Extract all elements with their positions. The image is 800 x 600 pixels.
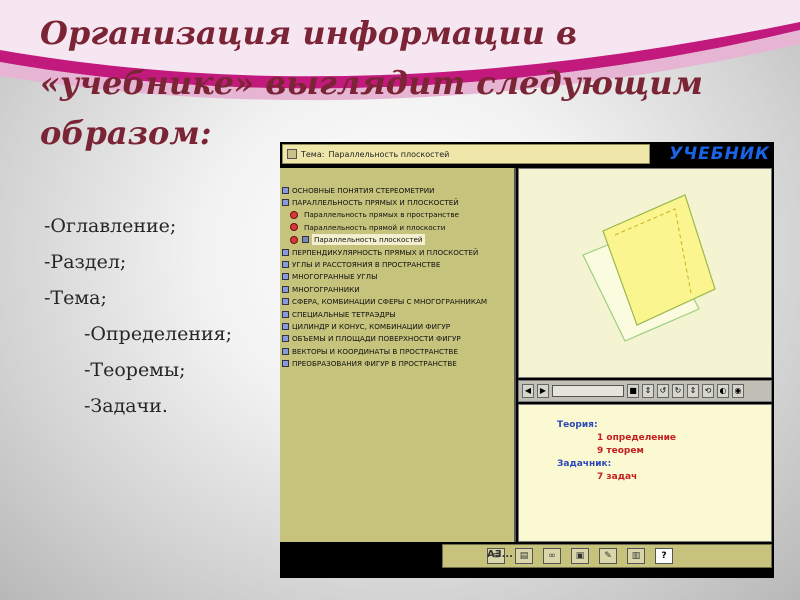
topic-label: Тема:	[301, 149, 325, 159]
slide-title: Организация информации в «учебнике» выгл…	[40, 14, 703, 152]
toc-subitem-selected[interactable]: Параллельность плоскостей	[280, 234, 514, 246]
expand-icon[interactable]	[282, 322, 289, 330]
edit-icon[interactable]: ✎	[599, 548, 617, 564]
collapse-icon[interactable]	[282, 199, 289, 207]
list-item: -Раздел;	[44, 251, 127, 273]
playback-controls: ◀ ▶ ■ ⇕ ↺ ↻ ⇕ ⟲ ◐ ◉	[518, 380, 772, 402]
list-item: -Теоремы;	[84, 359, 186, 381]
zoom-icon[interactable]: ⇕	[687, 384, 699, 398]
view-eye-icon[interactable]: ◉	[732, 384, 744, 398]
toc-subitem[interactable]: Параллельность прямой и плоскости	[280, 221, 514, 233]
tasks-link[interactable]: 7 задач	[557, 471, 771, 484]
print-icon[interactable]: ▣	[571, 548, 589, 564]
toc-item[interactable]: ЦИЛИНДР И КОНУС, КОМБИНАЦИИ ФИГУР	[280, 320, 514, 332]
topic-bar: Тема: Параллельность плоскостей	[282, 144, 650, 164]
expand-icon[interactable]	[282, 360, 289, 368]
expand-icon[interactable]	[282, 310, 289, 318]
textbook-app-window: Тема: Параллельность плоскостей УЧЕБНИК …	[280, 142, 774, 578]
reset-icon[interactable]: ⟲	[702, 384, 714, 398]
help-icon[interactable]: ?	[655, 548, 673, 564]
notes-icon[interactable]: ▤	[515, 548, 533, 564]
play-icon[interactable]: ▶	[537, 384, 549, 398]
toolbar-caption: ...ЕА	[487, 549, 513, 560]
topic-marker-icon	[290, 223, 298, 232]
list-item: -Задачи.	[84, 395, 168, 417]
toc-item[interactable]: МНОГОГРАННЫЕ УГЛЫ	[280, 271, 514, 283]
expand-icon[interactable]	[282, 186, 289, 194]
theorems-link[interactable]: 9 теорем	[557, 445, 771, 458]
table-of-contents: ОСНОВНЫЕ ПОНЯТИЯ СТЕРЕОМЕТРИИ ПАРАЛЛЕЛЬН…	[280, 168, 516, 542]
topic-marker-icon	[290, 235, 298, 244]
toc-item[interactable]: ВЕКТОРЫ И КООРДИНАТЫ В ПРОСТРАНСТВЕ	[280, 345, 514, 357]
rotate-left-icon[interactable]: ↺	[657, 384, 669, 398]
tasks-heading: Задачник:	[557, 459, 612, 469]
binoculars-icon[interactable]: ∞	[543, 548, 561, 564]
play-back-icon[interactable]: ◀	[522, 384, 534, 398]
definitions-link[interactable]: 1 определение	[557, 432, 771, 445]
list-item: -Определения;	[84, 323, 233, 345]
toc-item[interactable]: МНОГОГРАННИКИ	[280, 283, 514, 295]
rotate-right-icon[interactable]: ↻	[672, 384, 684, 398]
figure-viewport[interactable]	[518, 168, 772, 378]
toc-subitem[interactable]: Параллельность прямых в пространстве	[280, 209, 514, 221]
list-item: -Оглавление;	[44, 215, 177, 237]
hide-icon[interactable]: ◐	[717, 384, 729, 398]
toc-item[interactable]: ПРЕОБРАЗОВАНИЯ ФИГУР В ПРОСТРАНСТВЕ	[280, 357, 514, 369]
expand-icon[interactable]	[282, 347, 289, 355]
stop-icon[interactable]: ■	[627, 384, 639, 398]
step-icon[interactable]: ⇕	[642, 384, 654, 398]
menu-icon[interactable]	[287, 149, 297, 159]
expand-icon[interactable]	[282, 285, 289, 293]
topic-marker-icon	[290, 210, 298, 219]
app-logo: УЧЕБНИК	[669, 144, 770, 164]
topic-info-panel: Теория: 1 определение 9 теорем Задачник:…	[518, 404, 772, 542]
toc-item[interactable]: СФЕРА, КОМБИНАЦИИ СФЕРЫ С МНОГОГРАННИКАМ	[280, 296, 514, 308]
toc-item[interactable]: ПАРАЛЛЕЛЬНОСТЬ ПРЯМЫХ И ПЛОСКОСТЕЙ	[280, 196, 514, 208]
bottom-toolbar: ...ЕА ≡ ▤ ∞ ▣ ✎ ▥ ?	[442, 544, 772, 568]
topic-title: Параллельность плоскостей	[328, 149, 450, 159]
expand-icon[interactable]	[282, 298, 289, 306]
expand-icon[interactable]	[282, 273, 289, 281]
list-item: -Тема;	[44, 287, 107, 309]
parallel-planes-figure	[582, 194, 716, 342]
toc-item[interactable]: ПЕРПЕНДИКУЛЯРНОСТЬ ПРЯМЫХ И ПЛОСКОСТЕЙ	[280, 246, 514, 258]
toc-item[interactable]: УГЛЫ И РАССТОЯНИЯ В ПРОСТРАНСТВЕ	[280, 258, 514, 270]
toc-item[interactable]: ОБЪЕМЫ И ПЛОЩАДИ ПОВЕРХНОСТИ ФИГУР	[280, 333, 514, 345]
bookmarks-icon[interactable]: ▥	[627, 548, 645, 564]
theory-heading: Теория:	[557, 420, 598, 430]
expand-icon[interactable]	[282, 335, 289, 343]
animation-slider[interactable]	[552, 385, 624, 397]
toc-item[interactable]: СПЕЦИАЛЬНЫЕ ТЕТРАЭДРЫ	[280, 308, 514, 320]
expand-icon[interactable]	[282, 261, 289, 269]
app-header: Тема: Параллельность плоскостей УЧЕБНИК	[280, 142, 774, 166]
expand-icon[interactable]	[282, 248, 289, 256]
bottom-toolbar-area: ...ЕА ≡ ▤ ∞ ▣ ✎ ▥ ?	[280, 542, 774, 578]
structure-list: -Оглавление; -Раздел; -Тема; -Определени…	[44, 208, 232, 424]
toc-item[interactable]: ОСНОВНЫЕ ПОНЯТИЯ СТЕРЕОМЕТРИИ	[280, 184, 514, 196]
open-topic-icon	[302, 236, 309, 244]
